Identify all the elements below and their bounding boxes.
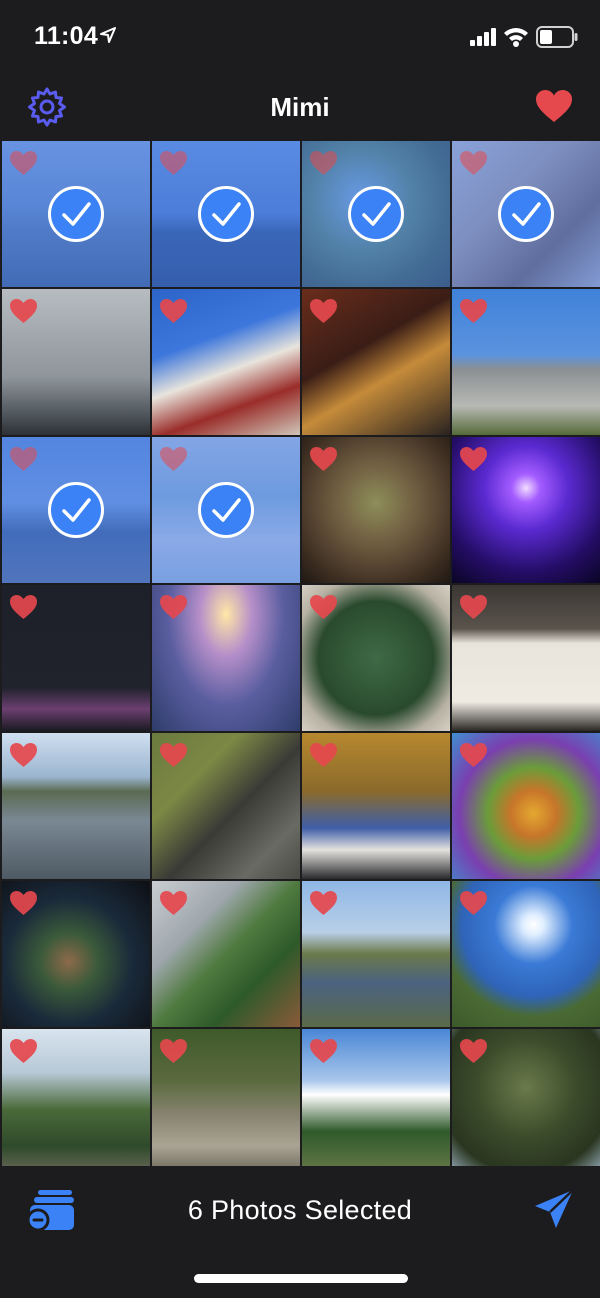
favorite-heart-icon[interactable] <box>159 446 188 472</box>
battery-icon <box>536 26 578 48</box>
home-indicator <box>194 1274 408 1283</box>
favorite-heart-icon[interactable] <box>159 1038 188 1064</box>
photo-cell[interactable] <box>2 1029 150 1166</box>
page-title: Mimi <box>270 92 330 122</box>
favorite-heart-icon[interactable] <box>459 742 488 768</box>
photo-cell[interactable] <box>302 585 450 731</box>
favorite-heart-icon[interactable] <box>9 298 38 324</box>
send-button[interactable] <box>533 1188 575 1230</box>
photo-cell[interactable] <box>302 141 450 287</box>
photo-cell[interactable] <box>152 289 300 435</box>
cellular-signal-icon <box>470 28 496 46</box>
favorite-heart-icon[interactable] <box>309 298 338 324</box>
photo-cell[interactable] <box>2 733 150 879</box>
favorite-heart-icon[interactable] <box>159 298 188 324</box>
favorite-heart-icon[interactable] <box>9 890 38 916</box>
favorite-heart-icon[interactable] <box>459 298 488 324</box>
favorite-heart-icon[interactable] <box>159 742 188 768</box>
favorite-heart-icon[interactable] <box>159 150 188 176</box>
photo-cell[interactable] <box>452 437 600 583</box>
photo-cell[interactable] <box>452 733 600 879</box>
nav-bar: Mimi <box>0 72 600 140</box>
checkmark-icon <box>498 186 554 242</box>
bottom-toolbar: 6 Photos Selected <box>0 1166 600 1298</box>
favorites-button[interactable] <box>535 89 573 123</box>
favorite-heart-icon[interactable] <box>309 742 338 768</box>
checkmark-icon <box>48 186 104 242</box>
photo-cell[interactable] <box>302 733 450 879</box>
photo-cell[interactable] <box>152 437 300 583</box>
favorite-heart-icon[interactable] <box>9 1038 38 1064</box>
location-arrow-icon <box>100 27 116 43</box>
selected-count-label: 6 Photos Selected <box>187 1195 413 1225</box>
photo-cell[interactable] <box>152 733 300 879</box>
checkmark-icon <box>198 482 254 538</box>
favorite-heart-icon[interactable] <box>309 594 338 620</box>
paper-plane-icon <box>535 1189 574 1228</box>
checkmark-icon <box>198 186 254 242</box>
status-time: 11:04 <box>34 22 99 50</box>
favorite-heart-icon[interactable] <box>459 890 488 916</box>
favorite-heart-icon[interactable] <box>9 446 38 472</box>
checkmark-icon <box>48 482 104 538</box>
favorite-heart-icon[interactable] <box>459 150 488 176</box>
favorite-heart-icon[interactable] <box>309 890 338 916</box>
favorite-heart-icon[interactable] <box>459 594 488 620</box>
photo-cell[interactable] <box>302 881 450 1027</box>
photo-cell[interactable] <box>152 141 300 287</box>
heart-icon <box>536 90 572 122</box>
favorite-heart-icon[interactable] <box>159 890 188 916</box>
photo-cell[interactable] <box>2 881 150 1027</box>
wifi-icon <box>504 28 528 47</box>
checkmark-icon <box>348 186 404 242</box>
favorite-heart-icon[interactable] <box>9 150 38 176</box>
favorite-heart-icon[interactable] <box>9 742 38 768</box>
photo-cell[interactable] <box>452 585 600 731</box>
photo-grid <box>0 141 600 1166</box>
photo-cell[interactable] <box>152 585 300 731</box>
favorite-heart-icon[interactable] <box>309 150 338 176</box>
photo-cell[interactable] <box>2 437 150 583</box>
photo-cell[interactable] <box>2 585 150 731</box>
photo-cell[interactable] <box>452 881 600 1027</box>
photo-cell[interactable] <box>152 1029 300 1166</box>
photo-cell[interactable] <box>152 881 300 1027</box>
photo-cell[interactable] <box>2 141 150 287</box>
favorite-heart-icon[interactable] <box>459 1038 488 1064</box>
photo-cell[interactable] <box>302 289 450 435</box>
photo-cell[interactable] <box>452 1029 600 1166</box>
favorite-heart-icon[interactable] <box>309 446 338 472</box>
photo-cell[interactable] <box>2 289 150 435</box>
favorite-heart-icon[interactable] <box>309 1038 338 1064</box>
photo-cell[interactable] <box>452 141 600 287</box>
photo-cell[interactable] <box>452 289 600 435</box>
favorite-heart-icon[interactable] <box>9 594 38 620</box>
status-bar: 11:04 <box>0 0 600 72</box>
photo-cell[interactable] <box>302 437 450 583</box>
favorite-heart-icon[interactable] <box>159 594 188 620</box>
photo-cell[interactable] <box>302 1029 450 1166</box>
favorite-heart-icon[interactable] <box>459 446 488 472</box>
